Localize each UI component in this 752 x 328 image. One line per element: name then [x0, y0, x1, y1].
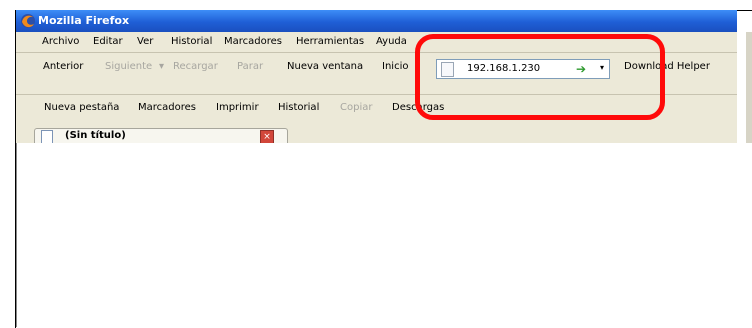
new-window-button[interactable]: Nueva ventana	[287, 61, 363, 72]
window-titlebar: Mozilla Firefox	[16, 10, 737, 32]
new-tab-button[interactable]: Nueva pestaña	[44, 102, 119, 113]
menu-ayuda[interactable]: Ayuda	[376, 36, 407, 47]
print-button[interactable]: Imprimir	[216, 102, 259, 113]
firefox-logo-icon	[21, 14, 35, 28]
back-button[interactable]: Anterior	[43, 61, 83, 72]
copy-button[interactable]: Copiar	[340, 102, 372, 113]
tab-title: (Sin título)	[65, 130, 126, 141]
reload-button[interactable]: Recargar	[173, 61, 218, 72]
home-button[interactable]: Inicio	[382, 61, 408, 72]
page-content[interactable]	[16, 143, 738, 327]
url-highlight-annotation	[415, 34, 665, 120]
menu-herramientas[interactable]: Herramientas	[296, 36, 364, 47]
menu-archivo[interactable]: Archivo	[42, 36, 79, 47]
forward-dropdown-icon[interactable]: ▾	[159, 61, 164, 72]
menu-editar[interactable]: Editar	[93, 36, 123, 47]
toolbar-overflow	[746, 32, 752, 143]
history-button[interactable]: Historial	[278, 102, 319, 113]
close-tab-icon[interactable]: ×	[260, 130, 274, 144]
page-icon	[41, 130, 53, 144]
bookmarks-button[interactable]: Marcadores	[138, 102, 196, 113]
stop-button[interactable]: Parar	[237, 61, 263, 72]
window-title: Mozilla Firefox	[38, 14, 130, 27]
forward-button[interactable]: Siguiente	[105, 61, 152, 72]
tab-strip: (Sin título) ×	[16, 128, 737, 145]
menu-historial[interactable]: Historial	[171, 36, 212, 47]
menu-marcadores[interactable]: Marcadores	[224, 36, 282, 47]
menu-ver[interactable]: Ver	[137, 36, 153, 47]
